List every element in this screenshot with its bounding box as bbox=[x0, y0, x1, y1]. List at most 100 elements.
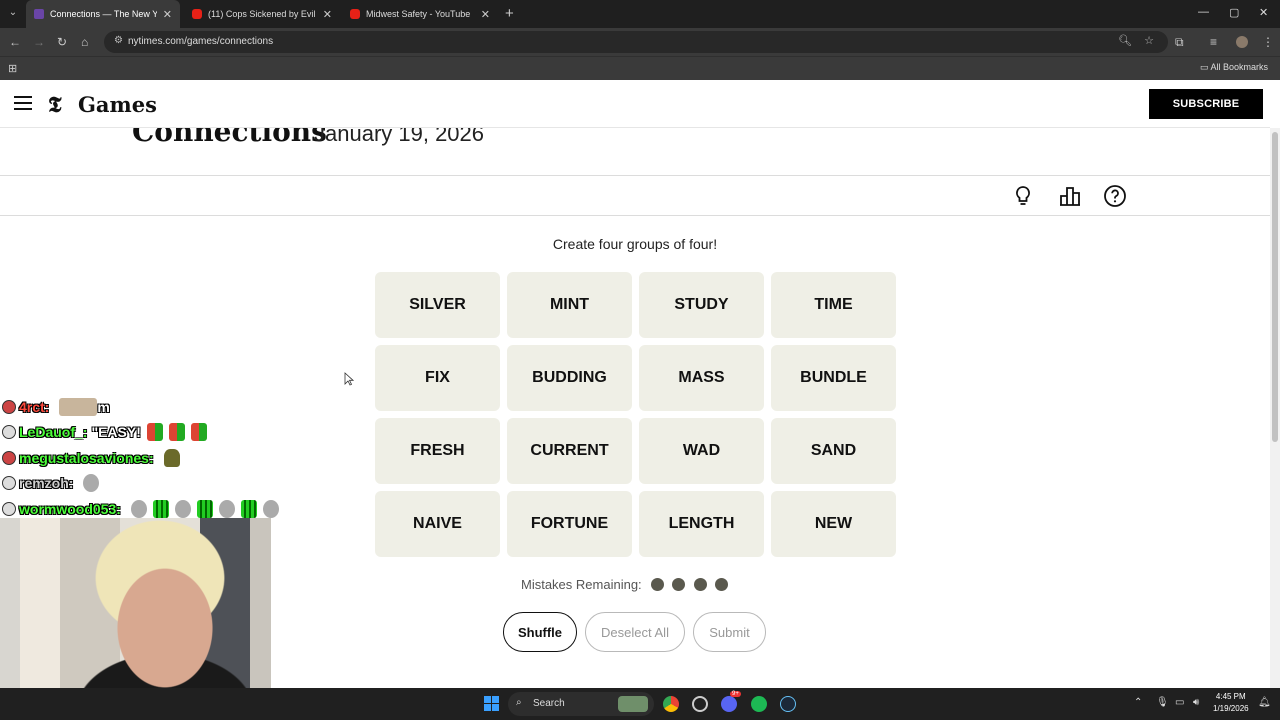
browser-menu-icon[interactable]: ⋮ bbox=[1262, 34, 1274, 50]
tab-search-chevron-icon[interactable]: ⌄ bbox=[6, 6, 20, 20]
help-question-icon[interactable] bbox=[1103, 184, 1127, 208]
minimize-icon[interactable]: — bbox=[1198, 6, 1209, 18]
word-card[interactable]: FORTUNE bbox=[507, 491, 632, 557]
chat-message: LeDauof_: "EASY! bbox=[2, 420, 302, 446]
windows-start-icon[interactable] bbox=[484, 696, 499, 711]
close-icon[interactable]: ✕ bbox=[323, 8, 332, 21]
youtube-icon bbox=[350, 9, 360, 19]
mistakes-label: Mistakes Remaining: bbox=[521, 577, 642, 592]
maximize-icon[interactable]: ▢ bbox=[1229, 6, 1239, 19]
taskbar-clock[interactable]: 4:45 PM 1/19/2026 bbox=[1213, 691, 1249, 715]
word-card[interactable]: BUDDING bbox=[507, 345, 632, 411]
tab-cops-video[interactable]: (11) Cops Sickened by Evil Mot ✕ bbox=[184, 0, 340, 28]
tab-midwest-safety[interactable]: Midwest Safety - YouTube ✕ bbox=[342, 0, 498, 28]
extensions-icon[interactable]: ⧉ bbox=[1175, 34, 1184, 50]
chat-badge-icon bbox=[2, 399, 16, 414]
submit-button[interactable]: Submit bbox=[693, 612, 766, 652]
tab-title: Connections — The New York T bbox=[50, 9, 157, 19]
close-icon[interactable]: ✕ bbox=[481, 8, 490, 21]
emote-icon bbox=[83, 474, 100, 493]
emote-icon bbox=[59, 397, 98, 416]
chrome-icon[interactable] bbox=[663, 696, 679, 712]
mistake-dot bbox=[693, 578, 707, 591]
taskbar-search-box[interactable]: ⌕ Search bbox=[508, 692, 654, 716]
close-icon[interactable]: ✕ bbox=[163, 8, 172, 21]
game-tools-row bbox=[0, 177, 1270, 216]
word-card[interactable]: STUDY bbox=[639, 272, 764, 338]
chat-text: "EASY! bbox=[91, 424, 141, 441]
chat-badge-icon bbox=[2, 476, 16, 491]
word-card[interactable]: CURRENT bbox=[507, 418, 632, 484]
zoom-icon[interactable]: 🔍︎ bbox=[1118, 34, 1132, 47]
nyt-t-logo[interactable]: 𝕿 bbox=[48, 92, 62, 118]
obs-icon[interactable] bbox=[692, 696, 708, 712]
chat-username: wormwood053: bbox=[19, 500, 121, 517]
emote-icon bbox=[240, 499, 257, 518]
game-title-row: Connections January 19, 2026 bbox=[0, 115, 1270, 176]
profile-avatar[interactable] bbox=[1236, 36, 1248, 48]
games-wordmark[interactable]: Games bbox=[78, 92, 157, 117]
spotify-icon[interactable] bbox=[751, 696, 767, 712]
chat-message: wormwood053: bbox=[2, 496, 302, 522]
url-text: nytimes.com/games/connections bbox=[128, 36, 274, 47]
media-controls-icon[interactable]: ≡ bbox=[1210, 34, 1217, 50]
address-bar[interactable]: ⚙ nytimes.com/games/connections 🔍︎ ☆ bbox=[104, 31, 1168, 53]
all-bookmarks-button[interactable]: ▭ All Bookmarks bbox=[1200, 62, 1268, 73]
windows-taskbar: ⌕ Search 9+ ⌃ 🎙︎ ▭ 🔊︎ 4:45 PM 1/19/2026 … bbox=[0, 688, 1280, 720]
subscribe-button[interactable]: SUBSCRIBE bbox=[1149, 89, 1263, 119]
word-card[interactable]: BUNDLE bbox=[771, 345, 896, 411]
home-icon[interactable]: ⌂ bbox=[81, 34, 88, 50]
word-card[interactable]: NEW bbox=[771, 491, 896, 557]
back-icon[interactable]: ← bbox=[9, 34, 21, 50]
mistake-dot bbox=[715, 578, 729, 591]
chat-message: remzoh: bbox=[2, 471, 302, 497]
discord-icon[interactable]: 9+ bbox=[721, 691, 741, 712]
mistake-dot bbox=[672, 578, 686, 591]
mistakes-remaining: Mistakes Remaining: bbox=[521, 577, 737, 592]
word-card[interactable]: MINT bbox=[507, 272, 632, 338]
emote-icon bbox=[168, 423, 185, 442]
folder-icon: ▭ bbox=[1199, 62, 1211, 72]
word-card[interactable]: WAD bbox=[639, 418, 764, 484]
discord-notification-badge: 9+ bbox=[730, 691, 741, 697]
leaderboard-icon[interactable] bbox=[1058, 184, 1082, 208]
stream-chat-overlay: 4rct: m LeDauof_: "EASY! megustalosaviones: r… bbox=[2, 394, 302, 522]
steam-icon[interactable] bbox=[780, 696, 796, 712]
chat-message: megustalosaviones: bbox=[2, 445, 302, 471]
word-card[interactable]: LENGTH bbox=[639, 491, 764, 557]
tray-overflow-icon[interactable]: ⌃ bbox=[1134, 697, 1142, 708]
word-card[interactable]: TIME bbox=[771, 272, 896, 338]
emote-icon bbox=[262, 499, 279, 518]
taskbar-search-label: Search bbox=[533, 698, 565, 709]
forward-icon[interactable]: → bbox=[33, 34, 45, 50]
mouse-cursor-icon bbox=[344, 372, 354, 386]
shuffle-button[interactable]: Shuffle bbox=[503, 612, 577, 652]
word-card[interactable]: SILVER bbox=[375, 272, 500, 338]
volume-icon[interactable]: 🔊︎ bbox=[1193, 697, 1199, 708]
network-icon[interactable]: ▭ bbox=[1175, 697, 1184, 708]
scrollbar-thumb[interactable] bbox=[1272, 132, 1278, 442]
reload-icon[interactable]: ↻ bbox=[57, 34, 67, 50]
deselect-all-button[interactable]: Deselect All bbox=[585, 612, 685, 652]
word-card[interactable]: NAIVE bbox=[375, 491, 500, 557]
notification-bell-icon[interactable]: 🔔︎ bbox=[1258, 697, 1271, 708]
site-info-icon[interactable]: ⚙ bbox=[114, 35, 123, 46]
hamburger-menu-icon[interactable] bbox=[14, 96, 32, 110]
bookmark-star-icon[interactable]: ☆ bbox=[1144, 34, 1154, 47]
word-card[interactable]: MASS bbox=[639, 345, 764, 411]
browser-toolbar: ← → ↻ ⌂ ⚙ nytimes.com/games/connections … bbox=[0, 28, 1280, 56]
window-close-icon[interactable]: ✕ bbox=[1259, 6, 1268, 19]
word-card[interactable]: FRESH bbox=[375, 418, 500, 484]
word-card[interactable]: FIX bbox=[375, 345, 500, 411]
word-card[interactable]: SAND bbox=[771, 418, 896, 484]
microphone-icon[interactable]: 🎙︎ bbox=[1156, 697, 1169, 708]
apps-grid-icon[interactable]: ⊞ bbox=[8, 62, 17, 75]
emote-icon bbox=[218, 499, 235, 518]
new-tab-button[interactable]: + bbox=[505, 5, 514, 22]
tab-title: (11) Cops Sickened by Evil Mot bbox=[208, 9, 317, 19]
mistake-dot bbox=[650, 578, 664, 591]
lightbulb-hint-icon[interactable] bbox=[1011, 184, 1035, 208]
tab-connections[interactable]: Connections — The New York T ✕ bbox=[26, 0, 180, 28]
page-scrollbar[interactable] bbox=[1270, 128, 1280, 688]
search-highlight-icon bbox=[618, 696, 648, 712]
